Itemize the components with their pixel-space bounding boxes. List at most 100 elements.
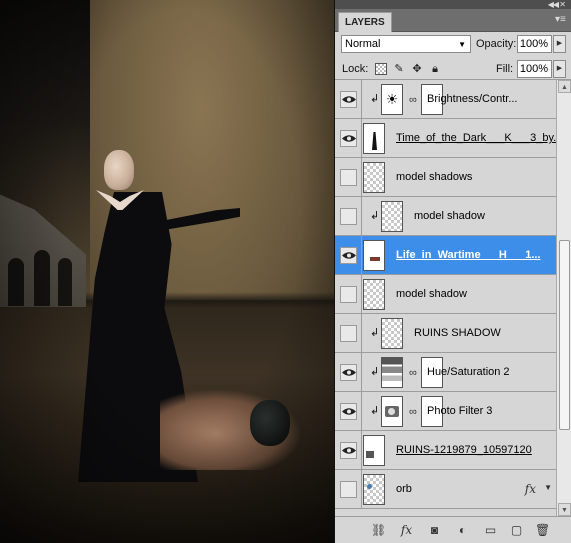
visibility-eye-icon[interactable] [340,130,357,147]
add-mask-icon[interactable]: ◙ [427,523,442,537]
mask-link-icon[interactable]: ∞ [409,406,417,418]
layer-row[interactable]: ↲ model shadow [335,197,556,236]
row-divider [361,431,362,469]
row-divider [361,197,362,235]
brightness-adjustment-thumbnail-icon[interactable]: ☀ [381,84,403,115]
row-divider [361,80,362,118]
new-layer-icon[interactable]: ▢ [509,523,524,537]
lock-label: Lock: [342,63,369,75]
layer-name[interactable]: Photo Filter 3 [427,405,492,418]
transparent-thumbnail-icon[interactable] [381,318,403,349]
visibility-eye-icon[interactable] [340,169,357,186]
visibility-eye-icon[interactable] [340,286,357,303]
opacity-field[interactable]: 100% [517,35,552,53]
layer-name[interactable]: Brightness/Contr... [427,93,518,106]
clipping-mask-arrow-icon: ↲ [370,93,380,105]
blend-mode-select[interactable]: Normal ▼ [341,35,471,53]
row-divider [361,392,362,430]
row-divider [361,470,362,508]
visibility-eye-icon[interactable] [340,325,357,342]
orb-thumbnail-icon[interactable] [363,474,385,505]
layers-panel: ◀◀ ✕ LAYERS ▾≡ Normal ▼ Opacity: 100% ▶ … [334,0,571,543]
visibility-eye-icon[interactable] [340,481,357,498]
lock-row: Lock: ✎ ✥ 🔒︎ Fill: 100% ▶ [335,58,571,80]
clipping-mask-arrow-icon: ↲ [370,405,380,417]
collapse-arrows-icon[interactable]: ◀◀ ✕ [548,0,566,9]
lock-position-icon[interactable]: ✥ [411,63,423,75]
fill-label: Fill: [496,63,514,75]
layer-style-fx-icon[interactable]: fx [399,523,414,537]
visibility-eye-icon[interactable] [340,208,357,225]
fill-slider-arrow-icon[interactable]: ▶ [553,60,566,78]
document-canvas[interactable] [0,0,334,543]
lock-image-pixels-icon[interactable]: ✎ [393,63,405,75]
visibility-eye-icon[interactable] [340,247,357,264]
layer-row[interactable]: orb fx ▼ [335,470,556,509]
clipping-mask-arrow-icon: ↲ [370,366,380,378]
hue-saturation-adjustment-thumbnail-icon[interactable] [381,357,403,388]
layers-scrollbar[interactable]: ▲ ▼ [556,80,571,516]
mask-link-icon[interactable]: ∞ [409,94,417,106]
dark-figure-thumbnail-icon[interactable] [363,123,385,154]
row-divider [361,158,362,196]
layer-name[interactable]: model shadow [396,288,467,301]
layers-footer: ⛓ fx ◙ ◐ ▭ ▢ 🗑︎ [335,516,571,543]
transparent-thumbnail-icon[interactable] [363,279,385,310]
visibility-eye-icon[interactable] [340,364,357,381]
row-divider [361,353,362,391]
visibility-eye-icon[interactable] [340,442,357,459]
layer-fx-badge[interactable]: fx [525,482,536,496]
layer-name[interactable]: Life_in_Wartime___H___1... [396,249,541,262]
opacity-label: Opacity: [476,38,517,50]
layer-row[interactable]: ↲ ∞ Photo Filter 3 [335,392,556,431]
layer-row[interactable]: ↲ ☀ ∞ Brightness/Contr... [335,80,556,119]
layer-row[interactable]: ↲ RUINS SHADOW [335,314,556,353]
lock-transparent-pixels-icon[interactable] [375,63,387,75]
tab-layers[interactable]: LAYERS [338,12,392,32]
panel-title-bar: ◀◀ ✕ [335,0,571,9]
layer-name[interactable]: orb [396,483,412,496]
chevron-down-icon: ▼ [458,40,466,49]
wartime-thumbnail-icon[interactable] [363,240,385,271]
photo-filter-adjustment-thumbnail-icon[interactable] [381,396,403,427]
visibility-eye-icon[interactable] [340,403,357,420]
layer-name[interactable]: RUINS-1219879_10597120 [396,444,532,457]
visibility-eye-icon[interactable] [340,91,357,108]
ruins-thumbnail-icon[interactable] [363,435,385,466]
layer-name[interactable]: Hue/Saturation 2 [427,366,510,379]
layer-row[interactable]: Life_in_Wartime___H___1... [335,236,556,275]
lock-all-icon[interactable]: 🔒︎ [429,63,441,75]
blend-row: Normal ▼ Opacity: 100% ▶ [335,32,571,56]
trash-icon[interactable]: 🗑︎ [535,523,550,537]
layer-row[interactable]: model shadows [335,158,556,197]
layer-row[interactable]: Time_of_the_Dark___K___3_by... [335,119,556,158]
row-divider [361,236,362,274]
layer-name[interactable]: Time_of_the_Dark___K___3_by... [396,132,556,145]
scroll-down-icon[interactable]: ▼ [558,503,571,516]
layer-name[interactable]: RUINS SHADOW [414,327,501,340]
new-group-icon[interactable]: ▭ [483,523,498,537]
layers-list: ↲ ☀ ∞ Brightness/Contr... Time_of_the_Dark__… [335,80,556,516]
clipping-mask-arrow-icon: ↲ [370,210,380,222]
scroll-up-icon[interactable]: ▲ [558,80,571,93]
mask-link-icon[interactable]: ∞ [409,367,417,379]
panel-menu-icon[interactable]: ▾≡ [555,14,567,26]
layer-row[interactable]: model shadow [335,275,556,314]
vignette [0,0,334,543]
transparent-thumbnail-icon[interactable] [381,201,403,232]
opacity-slider-arrow-icon[interactable]: ▶ [553,35,566,53]
layer-row[interactable]: ↲ ∞ Hue/Saturation 2 [335,353,556,392]
layer-row[interactable]: RUINS-1219879_10597120 [335,431,556,470]
blend-mode-value: Normal [345,38,381,50]
transparent-thumbnail-icon[interactable] [363,162,385,193]
layer-name[interactable]: model shadows [396,171,472,184]
layer-name[interactable]: model shadow [414,210,485,223]
row-divider [361,314,362,352]
scroll-thumb[interactable] [559,240,570,430]
fill-field[interactable]: 100% [517,60,552,78]
clipping-mask-arrow-icon: ↲ [370,327,380,339]
expand-effects-chevron-icon[interactable]: ▼ [544,483,552,492]
row-divider [361,275,362,313]
link-layers-icon[interactable]: ⛓ [371,523,386,537]
adjustment-layer-icon[interactable]: ◐ [455,523,470,537]
